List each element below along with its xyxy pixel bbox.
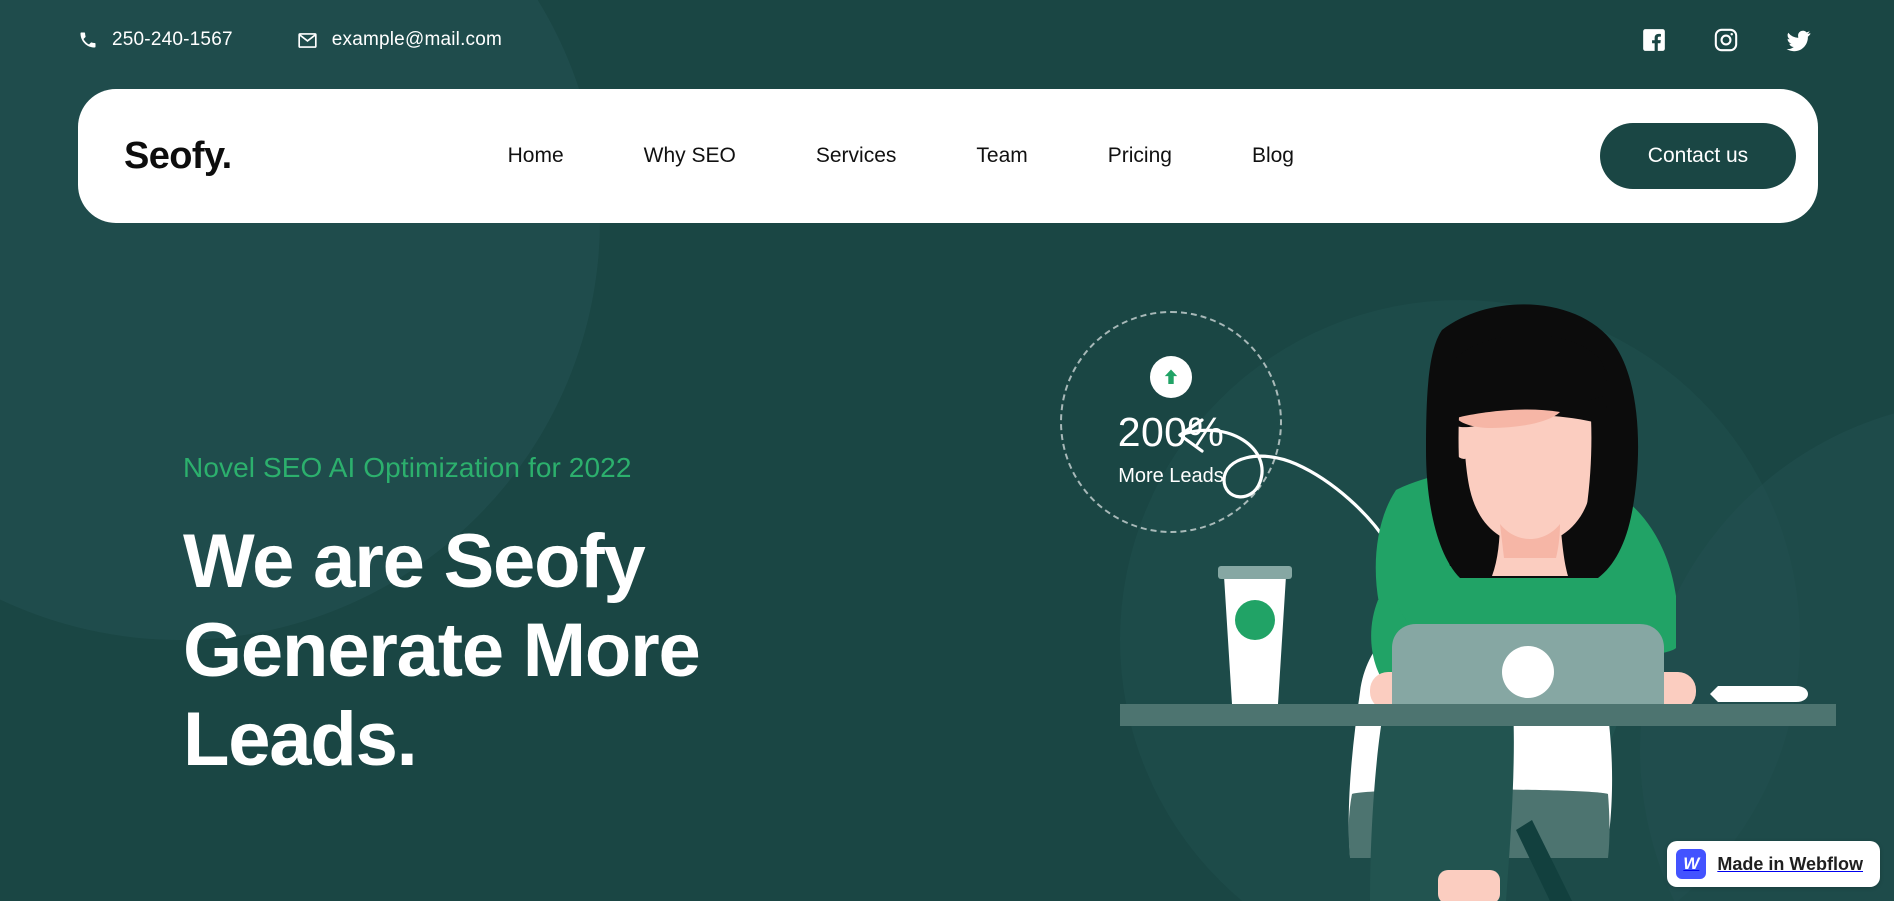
headline-line-3: Leads.	[183, 696, 418, 782]
hero-copy-block: Novel SEO AI Optimization for 2022 We ar…	[183, 452, 943, 785]
hero-eyebrow: Novel SEO AI Optimization for 2022	[183, 452, 632, 483]
nav-item-why-seo[interactable]: Why SEO	[604, 144, 776, 168]
phone-number: 250-240-1567	[112, 29, 233, 50]
twitter-link[interactable]	[1785, 27, 1812, 54]
nav-item-home[interactable]: Home	[508, 144, 604, 168]
contact-us-button[interactable]: Contact us	[1600, 123, 1796, 189]
laptop-logo	[1502, 646, 1554, 698]
nav-links: Home Why SEO Services Team Pricing Blog	[242, 144, 1600, 168]
twitter-icon	[1785, 30, 1812, 58]
stat-value: 200%	[1117, 409, 1225, 455]
top-utility-bar: 250-240-1567 example@mail.com	[0, 0, 1894, 80]
brand-logo[interactable]: Seofy.	[124, 135, 232, 178]
coffee-cup-logo	[1235, 600, 1275, 640]
arrow-up-icon	[1150, 356, 1192, 398]
facebook-link[interactable]	[1641, 27, 1667, 53]
envelope-icon	[297, 30, 318, 51]
headline-line-2: Generate More	[183, 607, 701, 693]
social-links-group	[1641, 27, 1830, 54]
facebook-icon	[1641, 29, 1667, 57]
email-address: example@mail.com	[331, 29, 503, 50]
webflow-badge-label: Made in Webflow	[1717, 853, 1863, 874]
phone-link[interactable]: 250-240-1567	[78, 29, 233, 51]
stat-label: More Leads	[1118, 465, 1224, 487]
nav-item-blog[interactable]: Blog	[1212, 144, 1334, 168]
contact-info-group: 250-240-1567 example@mail.com	[78, 29, 502, 51]
foot	[1438, 870, 1500, 901]
email-link[interactable]: example@mail.com	[297, 29, 502, 51]
coffee-cup-lid	[1218, 566, 1292, 579]
pen	[1710, 686, 1808, 702]
nav-item-services[interactable]: Services	[776, 144, 937, 168]
made-in-webflow-badge[interactable]: W Made in Webflow	[1667, 841, 1880, 887]
instagram-link[interactable]	[1713, 27, 1739, 53]
instagram-icon	[1713, 28, 1739, 57]
phone-icon	[78, 30, 98, 50]
webflow-logo-icon: W	[1676, 849, 1707, 879]
stat-badge: 200% More Leads	[1060, 311, 1282, 533]
hero-headline: We are Seofy Generate More Leads.	[183, 518, 943, 785]
main-navigation-bar: Seofy. Home Why SEO Services Team Pricin…	[78, 89, 1818, 223]
headline-line-1: We are Seofy	[183, 519, 646, 604]
nav-item-pricing[interactable]: Pricing	[1068, 144, 1212, 168]
desk	[1120, 704, 1836, 726]
nav-item-team[interactable]: Team	[936, 144, 1067, 168]
